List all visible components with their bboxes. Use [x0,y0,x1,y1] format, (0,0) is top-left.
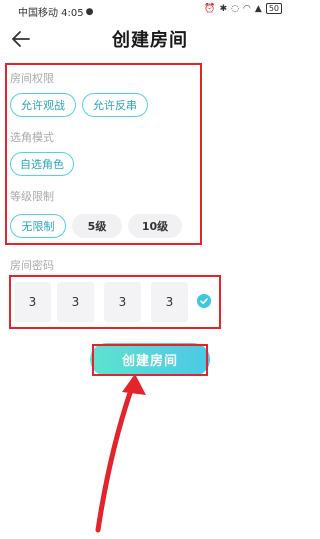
password-digit-3[interactable]: 3 [104,282,141,322]
status-left: 中国移动 4:05 ● [18,4,94,20]
room-password-label: 房间密码 [10,259,54,272]
level-limit-label: 等级限制 [10,190,54,203]
bluetooth-icon: ✱ [219,3,228,14]
battery-icon: 50 [265,3,282,14]
level-5-chip[interactable]: 5级 [72,214,122,238]
password-digit-4[interactable]: 3 [151,282,188,322]
password-digit-2[interactable]: 3 [57,282,94,322]
level-unlimited-chip[interactable]: 无限制 [10,214,66,238]
password-digit-1[interactable]: 3 [14,282,51,322]
page-title-text: 创建房间 [112,30,188,51]
chat-notification-icon: ● [85,6,94,17]
check-icon [197,294,211,308]
alarm-icon: ⏰ [204,3,216,14]
signal-icon: ▲ [254,3,262,14]
allow-crossplay-chip[interactable]: 允许反串 [82,93,148,117]
level-10-chip[interactable]: 10级 [128,214,182,238]
page-title: 创建房间 [110,26,190,52]
wifi-icon: ◠ [243,3,251,14]
annotation-box-create [92,344,208,376]
carrier-time: 中国移动 4:05 [18,8,84,19]
allow-spectate-chip[interactable]: 允许观战 [10,93,76,117]
mute-icon: ◌ [231,3,240,14]
status-right: ⏰ ✱ ◌ ◠ ▲ 50 [204,3,282,14]
role-mode-label: 选角模式 [10,131,54,144]
status-bar: 中国移动 4:05 ● ⏰ ✱ ◌ ◠ ▲ 50 [0,0,300,20]
page-title-wrap: 创建房间 [0,26,300,52]
room-permission-label: 房间权限 [10,72,54,85]
self-select-role-chip[interactable]: 自选角色 [10,152,74,176]
